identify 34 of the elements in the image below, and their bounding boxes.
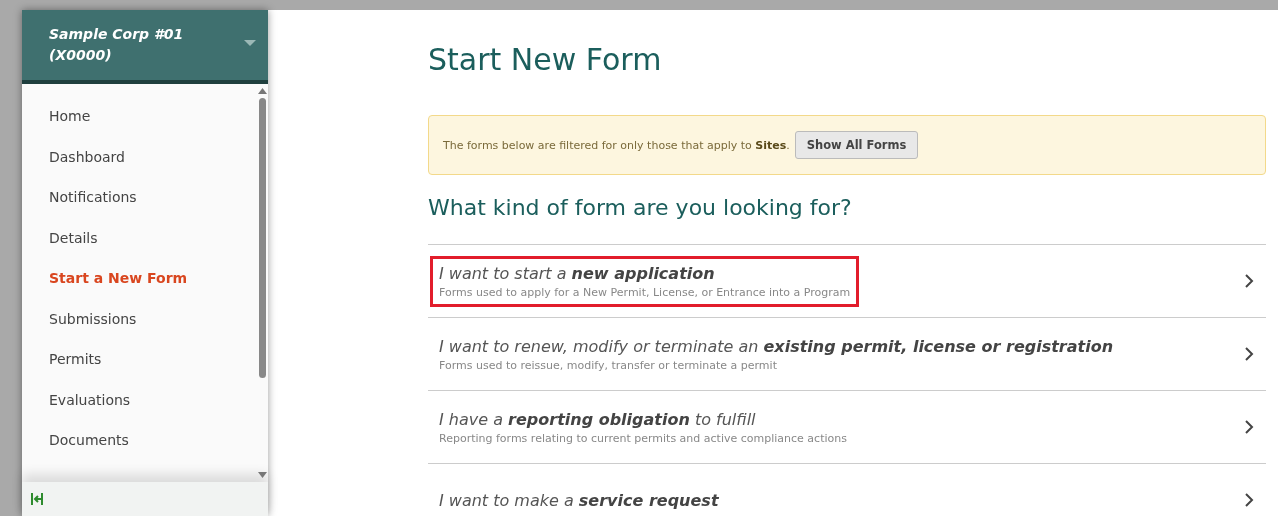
chevron-right-icon	[1244, 273, 1254, 289]
page-title: Start New Form	[428, 42, 663, 77]
form-option[interactable]: I have a reporting obligation to fulfill Reporting forms relating to current permits and active compliance actions	[428, 391, 1266, 464]
option-title: I have a reporting obligation to fulfill	[439, 409, 757, 429]
nav-item[interactable]: Start a New Form	[22, 264, 256, 305]
option-title: I want to start a new application	[439, 263, 716, 283]
section-heading: What kind of form are you looking for?	[428, 195, 853, 220]
caret-icon[interactable]	[244, 40, 256, 46]
chevron-right-icon	[1244, 492, 1254, 508]
option-title: I want to renew, modify or terminate an existing permit, license or registration	[439, 336, 1114, 356]
collapse-icon[interactable]	[30, 492, 44, 506]
show-all-forms-button[interactable]: Show All Forms	[794, 131, 919, 159]
nav-item[interactable]: Home	[22, 102, 256, 143]
chevron-right-icon	[1244, 419, 1254, 435]
option-description: Forms used to apply for a New Permit, License, or Entrance into a Program	[439, 285, 851, 299]
nav-item[interactable]: Submissions	[22, 304, 256, 345]
option-description: Forms used to reissue, modify, transfer or terminate a permit	[439, 358, 778, 372]
scrollbar-thumb[interactable]	[258, 98, 266, 378]
chevron-right-icon	[1244, 346, 1254, 362]
form-option[interactable]: I want to start a new application Forms used to apply for a New Permit, License, or Entrance into a Program	[428, 245, 1266, 318]
notice-text: The forms below are filtered for only those that apply to Sites.	[443, 138, 790, 152]
option-title: I want to make a service request	[439, 490, 719, 510]
account-name: Sample Corp #01 (X0000)	[49, 25, 185, 65]
option-description: Reporting forms relating to current permits and active compliance actions	[439, 431, 847, 445]
scroll-up-icon[interactable]	[257, 88, 267, 94]
nav-item[interactable]: Evaluations	[22, 385, 256, 426]
nav-item[interactable]: Details	[22, 223, 256, 264]
form-option[interactable]: I want to make a service request	[428, 464, 1266, 516]
scroll-down-icon[interactable]	[257, 472, 267, 478]
form-option[interactable]: I want to renew, modify or terminate an existing permit, license or registration Forms used to reissue, modify, transfer or terminate a permit	[428, 318, 1266, 391]
nav-item[interactable]: Permits	[22, 345, 256, 386]
nav-item[interactable]: Dashboard	[22, 142, 256, 183]
nav-item[interactable]: Notifications	[22, 183, 256, 224]
nav-item[interactable]: Documents	[22, 426, 256, 467]
